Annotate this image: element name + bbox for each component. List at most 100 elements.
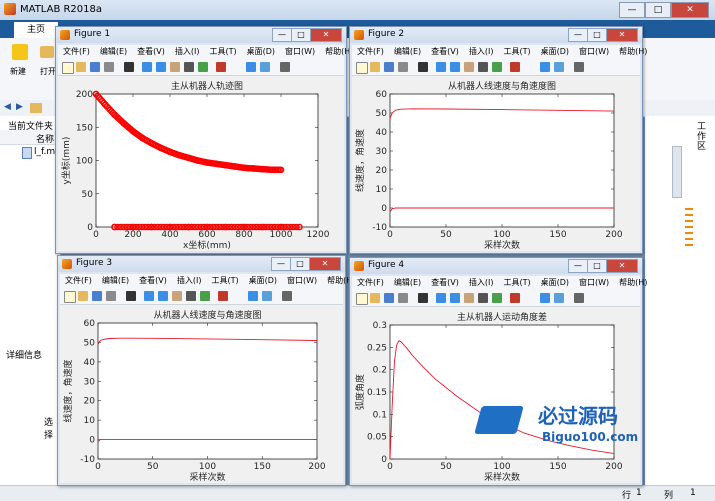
pointer-icon[interactable]: [418, 62, 428, 72]
minimize-button[interactable]: —: [568, 259, 588, 273]
back-arrow-icon[interactable]: ◀: [4, 102, 11, 112]
menu-item-2[interactable]: 查看(V): [132, 45, 170, 59]
save-icon[interactable]: [384, 62, 394, 72]
new-figure-icon[interactable]: [62, 62, 74, 74]
tab-home[interactable]: 主页: [14, 22, 58, 38]
save-icon[interactable]: [384, 293, 394, 303]
pan-icon[interactable]: [464, 62, 474, 72]
figure-2-window[interactable]: Figure 2 — □ ✕ 文件(F) 编辑(E) 查看(V) 插入(I) 工具(T) 桌面(…: [349, 26, 647, 254]
legend-icon[interactable]: [262, 291, 272, 301]
figure-1-window[interactable]: Figure 1 — □ ✕ 文件(F) 编辑(E) 查看(V) 插入(I) 工具(T) 桌面(…: [55, 26, 353, 254]
print-icon[interactable]: [106, 291, 116, 301]
colorbar-icon[interactable]: [246, 62, 256, 72]
menu-item-1[interactable]: 编辑(E): [389, 45, 426, 59]
pointer-icon[interactable]: [124, 62, 134, 72]
menu-item-3[interactable]: 插入(I): [464, 45, 499, 59]
colorbar-icon[interactable]: [540, 62, 550, 72]
minimize-button[interactable]: —: [272, 28, 292, 42]
menu-item-4[interactable]: 工具(T): [204, 45, 241, 59]
data-cursor-icon[interactable]: [200, 291, 210, 301]
minimize-button[interactable]: —: [568, 28, 588, 42]
menu-item-4[interactable]: 工具(T): [206, 274, 243, 288]
menu-item-6[interactable]: 窗口(W): [280, 45, 320, 59]
brush-icon[interactable]: [510, 293, 520, 303]
menu-item-6[interactable]: 窗口(W): [574, 276, 614, 290]
new-icon[interactable]: [12, 44, 28, 60]
close-button[interactable]: ✕: [606, 259, 638, 273]
scrollbar[interactable]: [672, 146, 682, 198]
zoom-out-icon[interactable]: [450, 62, 460, 72]
maximize-button[interactable]: □: [587, 28, 607, 42]
zoom-in-icon[interactable]: [142, 62, 152, 72]
pan-icon[interactable]: [170, 62, 180, 72]
zoom-in-icon[interactable]: [436, 62, 446, 72]
menu-item-6[interactable]: 窗口(W): [282, 274, 322, 288]
hide-tools-icon[interactable]: [282, 291, 292, 301]
zoom-out-icon[interactable]: [156, 62, 166, 72]
minimize-button[interactable]: —: [619, 2, 645, 18]
rotate-icon[interactable]: [186, 291, 196, 301]
new-figure-icon[interactable]: [64, 291, 76, 303]
menu-item-1[interactable]: 编辑(E): [95, 45, 132, 59]
save-icon[interactable]: [90, 62, 100, 72]
menu-item-0[interactable]: 文件(F): [60, 274, 97, 288]
save-icon[interactable]: [92, 291, 102, 301]
maximize-button[interactable]: □: [587, 259, 607, 273]
figure-3-window[interactable]: Figure 3 — □ ✕ 文件(F) 编辑(E) 查看(V) 插入(I) 工具(T) 桌面(…: [57, 255, 355, 486]
menu-item-4[interactable]: 工具(T): [498, 45, 535, 59]
close-button[interactable]: ✕: [309, 257, 341, 271]
legend-icon[interactable]: [554, 62, 564, 72]
minimize-button[interactable]: —: [271, 257, 291, 271]
zoom-in-icon[interactable]: [436, 293, 446, 303]
menu-item-5[interactable]: 桌面(D): [242, 45, 280, 59]
new-figure-icon[interactable]: [356, 293, 368, 305]
new-label[interactable]: 新建: [10, 66, 26, 77]
colorbar-icon[interactable]: [248, 291, 258, 301]
figure-titlebar[interactable]: Figure 2 — □ ✕: [350, 27, 642, 43]
maximize-button[interactable]: □: [291, 28, 311, 42]
open-file-icon[interactable]: [370, 293, 380, 303]
maximize-button[interactable]: □: [645, 2, 671, 18]
brush-icon[interactable]: [510, 62, 520, 72]
pan-icon[interactable]: [464, 293, 474, 303]
pan-icon[interactable]: [172, 291, 182, 301]
open-file-icon[interactable]: [76, 62, 86, 72]
zoom-out-icon[interactable]: [158, 291, 168, 301]
open-label[interactable]: 打开: [40, 66, 56, 77]
zoom-in-icon[interactable]: [144, 291, 154, 301]
menu-item-7[interactable]: 帮助(H): [614, 45, 652, 59]
rotate-icon[interactable]: [478, 293, 488, 303]
hide-tools-icon[interactable]: [280, 62, 290, 72]
open-file-icon[interactable]: [78, 291, 88, 301]
maximize-button[interactable]: □: [290, 257, 310, 271]
zoom-out-icon[interactable]: [450, 293, 460, 303]
menu-item-0[interactable]: 文件(F): [352, 45, 389, 59]
figure-titlebar[interactable]: Figure 1 — □ ✕: [56, 27, 346, 43]
menu-item-3[interactable]: 插入(I): [172, 274, 207, 288]
figure-titlebar[interactable]: Figure 3 — □ ✕: [58, 256, 345, 272]
pointer-icon[interactable]: [126, 291, 136, 301]
legend-icon[interactable]: [260, 62, 270, 72]
close-button[interactable]: ✕: [310, 28, 342, 42]
menu-item-3[interactable]: 插入(I): [170, 45, 205, 59]
menu-item-0[interactable]: 文件(F): [58, 45, 95, 59]
print-icon[interactable]: [104, 62, 114, 72]
figure-titlebar[interactable]: Figure 4 — □ ✕: [350, 258, 642, 274]
data-cursor-icon[interactable]: [492, 62, 502, 72]
menu-item-1[interactable]: 编辑(E): [389, 276, 426, 290]
menu-item-2[interactable]: 查看(V): [426, 45, 464, 59]
print-icon[interactable]: [398, 293, 408, 303]
rotate-icon[interactable]: [184, 62, 194, 72]
menu-item-2[interactable]: 查看(V): [426, 276, 464, 290]
column-name[interactable]: 名称: [36, 132, 54, 145]
rotate-icon[interactable]: [478, 62, 488, 72]
close-button[interactable]: ✕: [671, 2, 709, 18]
new-figure-icon[interactable]: [356, 62, 368, 74]
hide-tools-icon[interactable]: [574, 293, 584, 303]
file-item[interactable]: l_f.m: [34, 147, 55, 157]
menu-item-6[interactable]: 窗口(W): [574, 45, 614, 59]
menu-item-2[interactable]: 查看(V): [134, 274, 172, 288]
menu-item-3[interactable]: 插入(I): [464, 276, 499, 290]
data-cursor-icon[interactable]: [492, 293, 502, 303]
close-button[interactable]: ✕: [606, 28, 638, 42]
